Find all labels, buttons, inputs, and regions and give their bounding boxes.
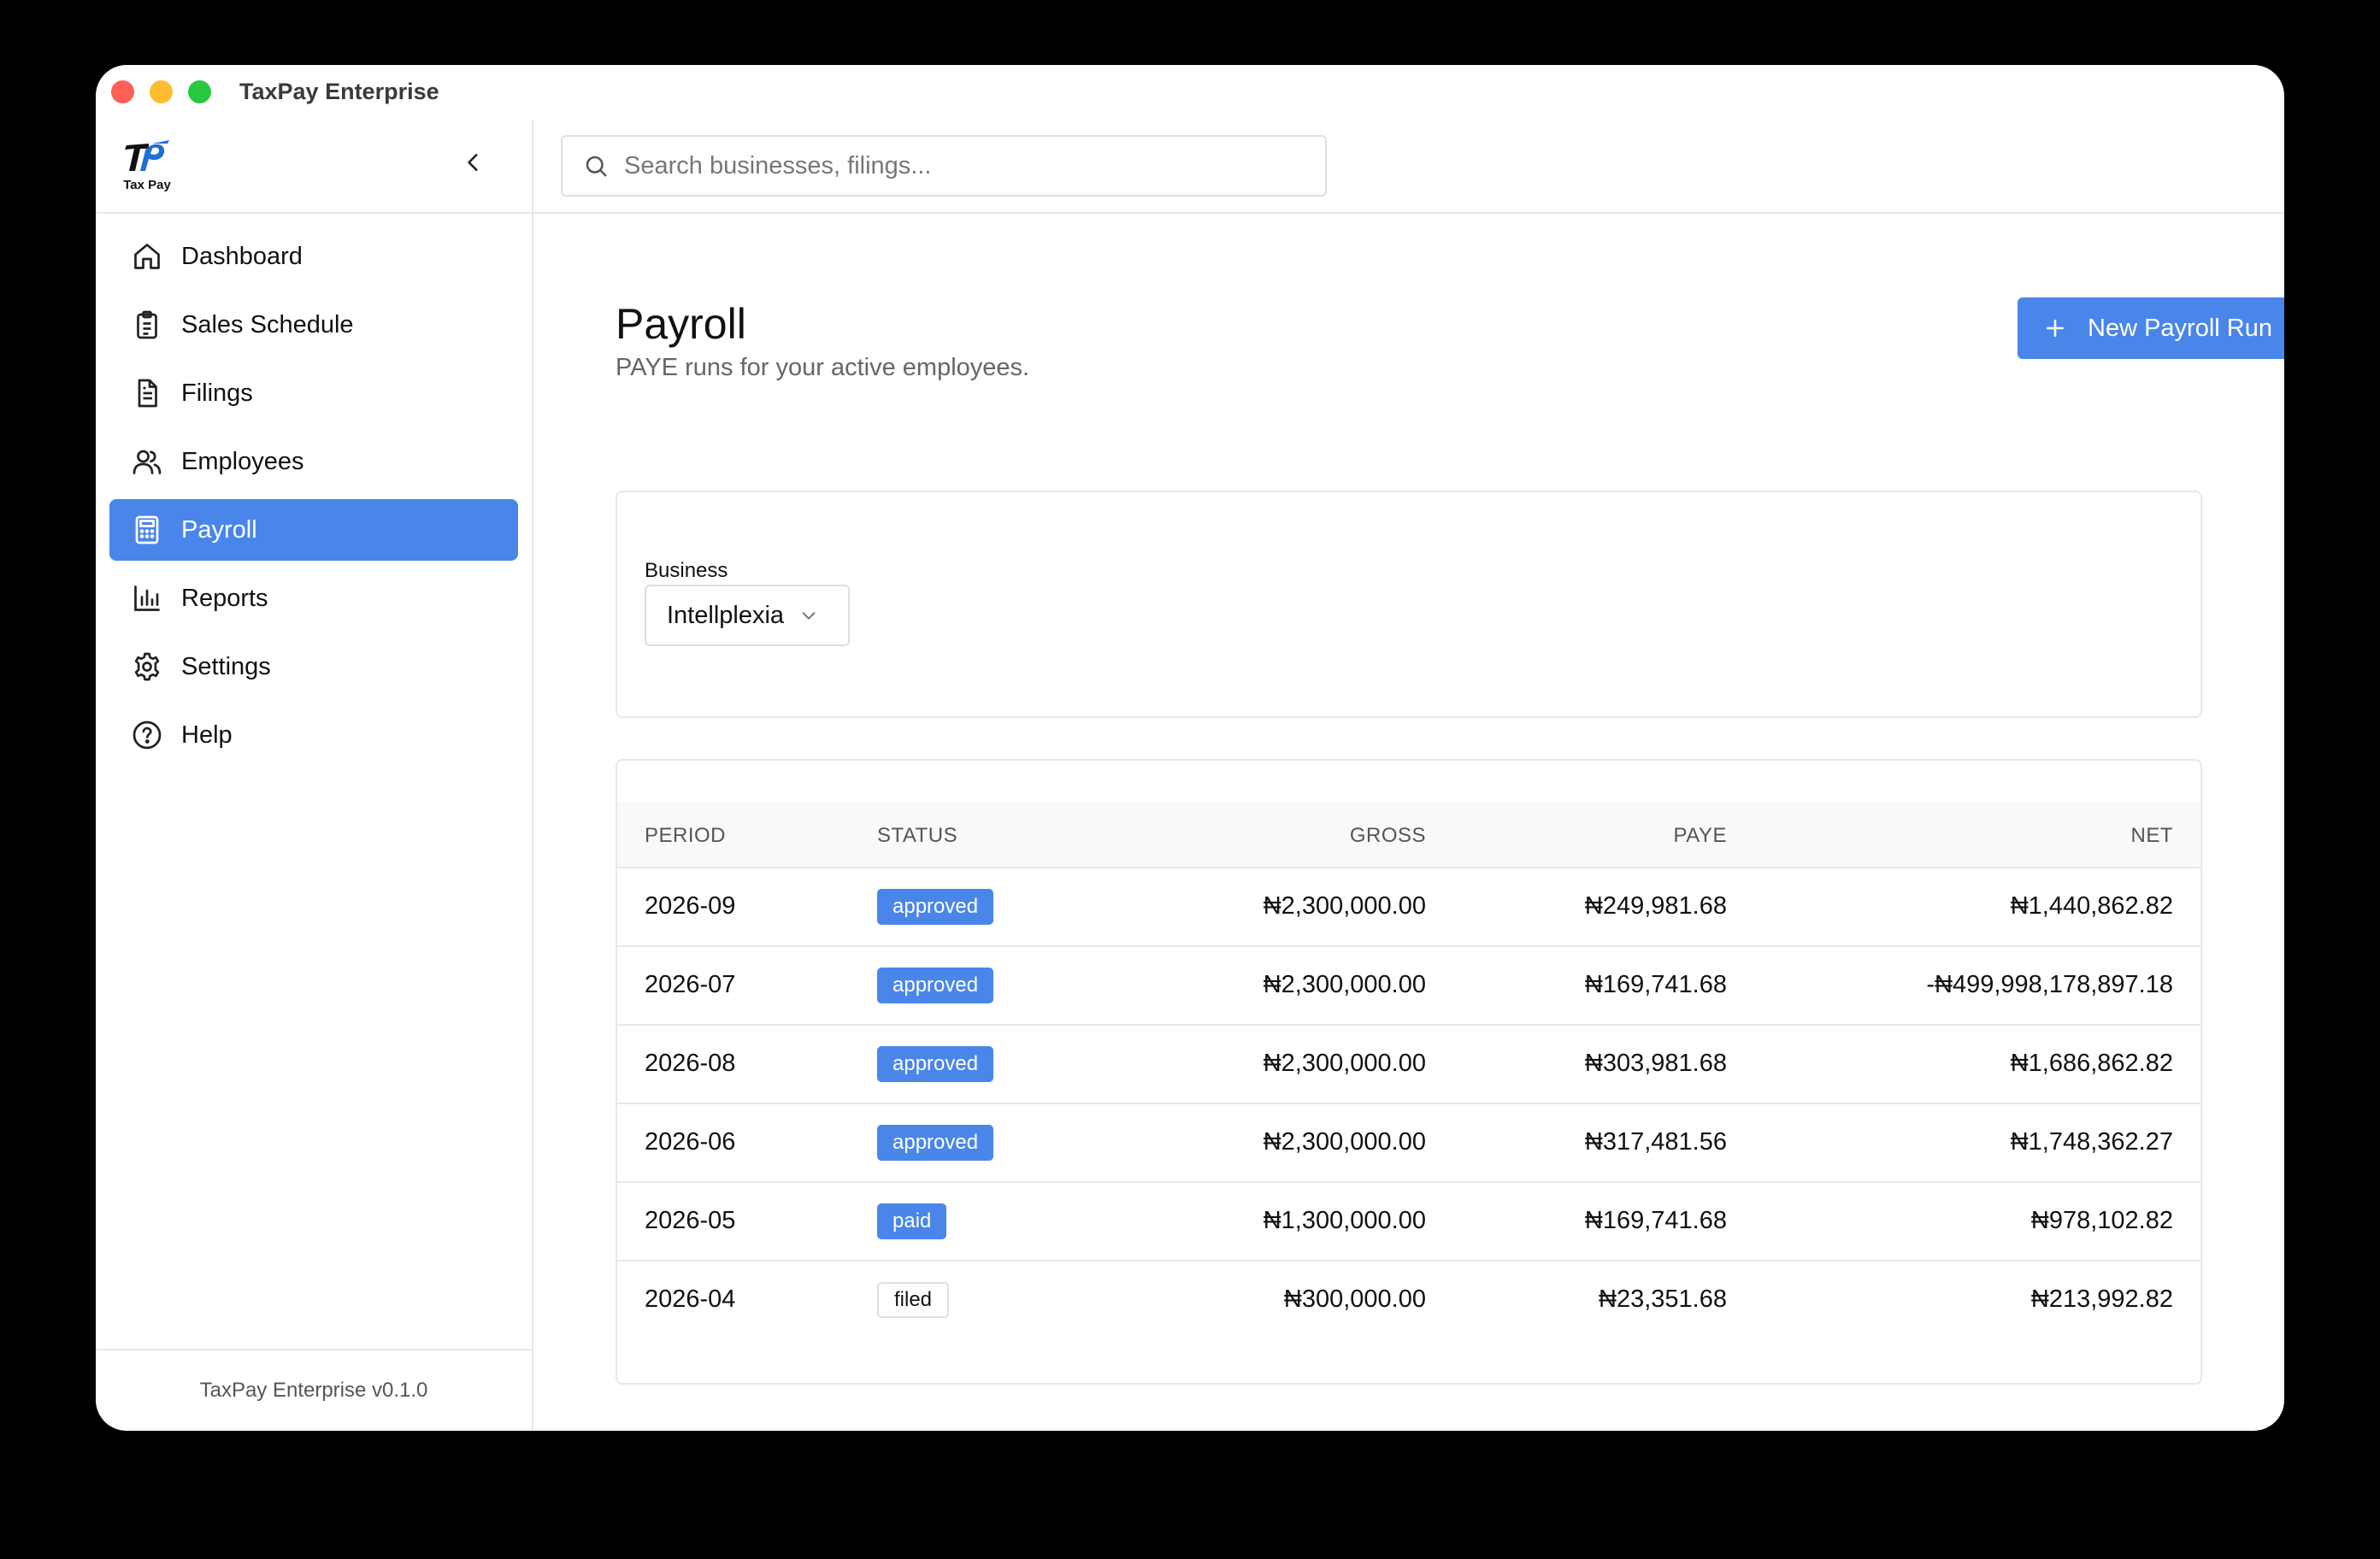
paye-cell: ₦169,741.68	[1584, 1207, 1727, 1234]
paye-cell: ₦303,981.68	[1584, 1050, 1727, 1077]
period-cell: 2026-07	[645, 971, 736, 998]
paye-cell: ₦317,481.56	[1584, 1128, 1727, 1156]
gross-cell: ₦2,300,000.00	[1263, 892, 1426, 920]
sidebar-item-label: Help	[181, 721, 233, 749]
clipboard-icon	[130, 308, 164, 342]
gross-cell: ₦2,300,000.00	[1263, 1050, 1426, 1077]
status-badge: approved	[877, 1125, 994, 1161]
paye-cell: ₦249,981.68	[1584, 892, 1727, 920]
logo-text: Tax Pay	[123, 178, 171, 192]
sidebar-item-label: Dashboard	[181, 242, 303, 270]
period-cell: 2026-04	[645, 1285, 736, 1313]
paye-cell: ₦23,351.68	[1599, 1285, 1727, 1313]
page-title: Payroll	[616, 300, 746, 348]
table-row[interactable]: 2026-05 paid ₦1,300,000.00 ₦169,741.68 ₦…	[617, 1183, 2200, 1262]
sidebar-item-label: Sales Schedule	[181, 310, 354, 338]
table-row[interactable]: 2026-07 approved ₦2,300,000.00 ₦169,741.…	[617, 947, 2200, 1026]
sidebar-header: Tax Pay	[96, 120, 532, 214]
top-bar	[533, 120, 2284, 214]
sidebar-item-reports[interactable]: Reports	[109, 568, 518, 629]
plus-icon	[2043, 316, 2067, 340]
table-row[interactable]: 2026-06 approved ₦2,300,000.00 ₦317,481.…	[617, 1104, 2200, 1183]
window-title: TaxPay Enterprise	[239, 79, 439, 104]
sidebar-nav: Dashboard Sales Schedule Filings Employe…	[109, 226, 518, 773]
search-icon	[581, 151, 610, 180]
new-payroll-run-button[interactable]: New Payroll Run	[2018, 297, 2284, 359]
app-window: TaxPay Enterprise Tax Pay Dashboard Sale…	[96, 65, 2284, 1431]
app-version: TaxPay Enterprise v0.1.0	[96, 1349, 532, 1431]
document-icon	[130, 376, 164, 410]
collapse-sidebar-button[interactable]	[455, 145, 492, 183]
column-header-status[interactable]: STATUS	[877, 824, 957, 848]
sidebar-item-employees[interactable]: Employees	[109, 431, 518, 492]
sidebar: Tax Pay Dashboard Sales Schedule Filings…	[96, 120, 533, 1431]
users-icon	[130, 444, 164, 479]
net-cell: ₦1,440,862.82	[2010, 892, 2173, 920]
gross-cell: ₦2,300,000.00	[1263, 971, 1426, 998]
sidebar-item-settings[interactable]: Settings	[109, 636, 518, 697]
sidebar-item-payroll[interactable]: Payroll	[109, 499, 518, 561]
main-content: Payroll PAYE runs for your active employ…	[533, 215, 2284, 1431]
search-input[interactable]	[624, 151, 1308, 180]
new-payroll-run-label: New Payroll Run	[2088, 314, 2272, 342]
business-select[interactable]: Intellplexia	[645, 585, 850, 646]
sidebar-item-label: Payroll	[181, 515, 257, 544]
net-cell: ₦978,102.82	[2030, 1207, 2173, 1234]
sidebar-item-label: Settings	[181, 652, 271, 680]
help-circle-icon	[130, 718, 164, 752]
gear-icon	[130, 650, 164, 684]
sidebar-item-label: Reports	[181, 584, 268, 612]
column-header-period[interactable]: PERIOD	[645, 824, 726, 848]
period-cell: 2026-08	[645, 1050, 736, 1077]
close-window-button[interactable]	[111, 80, 134, 103]
search-box	[561, 135, 1327, 197]
taxpay-logo: Tax Pay	[120, 138, 174, 193]
net-cell: ₦213,992.82	[2030, 1285, 2173, 1313]
gross-cell: ₦1,300,000.00	[1263, 1207, 1426, 1234]
chevron-down-icon	[799, 606, 818, 625]
sidebar-item-filings[interactable]: Filings	[109, 362, 518, 424]
net-cell: ₦1,748,362.27	[2010, 1128, 2173, 1156]
business-select-value: Intellplexia	[667, 601, 785, 629]
sidebar-item-label: Filings	[181, 379, 253, 407]
filter-card: Business Intellplexia	[616, 491, 2202, 718]
business-filter-label: Business	[645, 559, 728, 582]
chevron-left-icon	[462, 151, 485, 178]
status-badge: paid	[877, 1203, 947, 1239]
table-row[interactable]: 2026-09 approved ₦2,300,000.00 ₦249,981.…	[617, 868, 2200, 947]
net-cell: ₦1,686,862.82	[2010, 1050, 2173, 1077]
sidebar-item-dashboard[interactable]: Dashboard	[109, 226, 518, 287]
net-cell: -₦499,998,178,897.18	[1926, 971, 2173, 998]
paye-cell: ₦169,741.68	[1584, 971, 1727, 998]
title-bar: TaxPay Enterprise	[96, 65, 2284, 120]
period-cell: 2026-09	[645, 892, 736, 920]
table-header: PERIOD STATUS GROSS PAYE NET	[617, 802, 2200, 868]
column-header-paye[interactable]: PAYE	[1674, 824, 1727, 848]
sidebar-item-help[interactable]: Help	[109, 704, 518, 766]
period-cell: 2026-06	[645, 1128, 736, 1156]
sidebar-item-sales-schedule[interactable]: Sales Schedule	[109, 294, 518, 356]
table-row[interactable]: 2026-04 filed ₦300,000.00 ₦23,351.68 ₦21…	[617, 1262, 2200, 1340]
table-row[interactable]: 2026-08 approved ₦2,300,000.00 ₦303,981.…	[617, 1026, 2200, 1104]
gross-cell: ₦2,300,000.00	[1263, 1128, 1426, 1156]
period-cell: 2026-05	[645, 1207, 736, 1234]
column-header-net[interactable]: NET	[2131, 824, 2174, 848]
minimize-window-button[interactable]	[150, 80, 173, 103]
maximize-window-button[interactable]	[188, 80, 211, 103]
status-badge: filed	[877, 1282, 950, 1318]
status-badge: approved	[877, 889, 994, 925]
column-header-gross[interactable]: GROSS	[1350, 824, 1426, 848]
calculator-icon	[130, 513, 164, 547]
status-badge: approved	[877, 968, 994, 1003]
status-badge: approved	[877, 1046, 994, 1082]
page-subtitle: PAYE runs for your active employees.	[616, 354, 1030, 381]
home-icon	[130, 239, 164, 274]
sidebar-item-label: Employees	[181, 447, 304, 475]
bar-chart-icon	[130, 581, 164, 615]
payroll-table: PERIOD STATUS GROSS PAYE NET 2026-09 app…	[616, 759, 2202, 1385]
gross-cell: ₦300,000.00	[1283, 1285, 1426, 1313]
